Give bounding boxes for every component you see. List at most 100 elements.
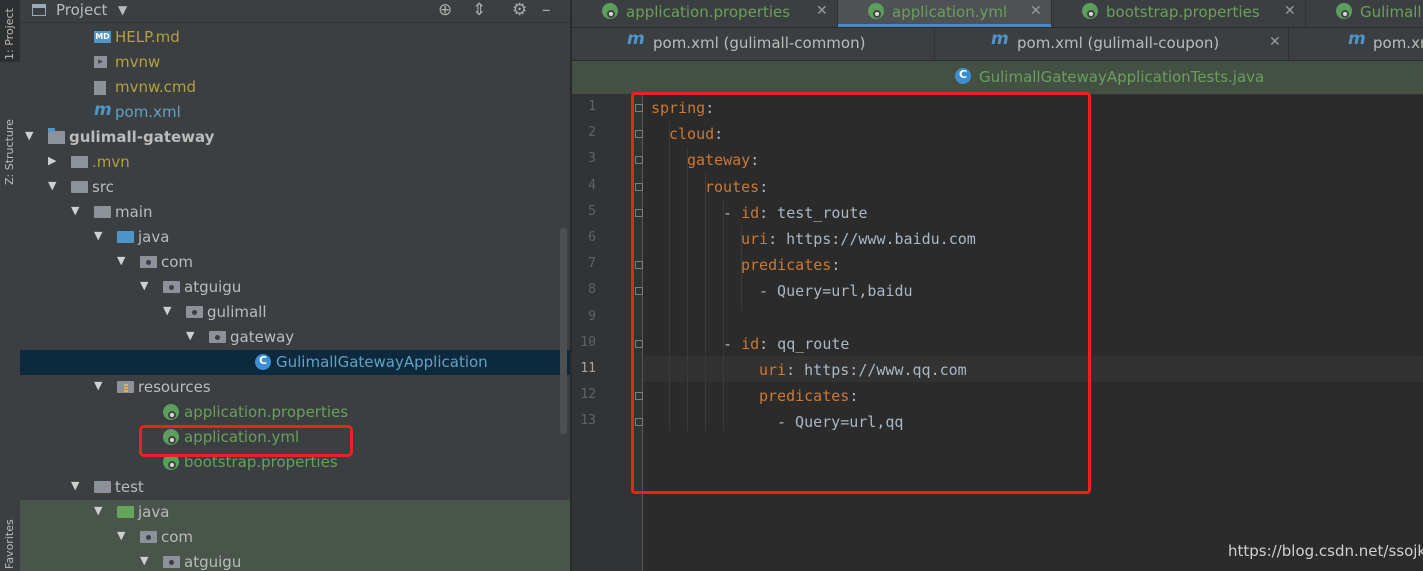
line-number: 5 (588, 203, 596, 219)
java-class-icon (955, 68, 971, 84)
chevron-down-icon[interactable]: ▼ (117, 254, 125, 267)
tree-item[interactable]: m pom.xml (20, 100, 570, 125)
close-icon[interactable]: ✕ (1269, 34, 1281, 50)
tree-item-label: test (115, 478, 144, 496)
tree-item[interactable]: ▼ atguigu (20, 275, 570, 300)
locate-icon[interactable]: ⊕ (438, 0, 452, 20)
resources-folder-icon (117, 381, 134, 393)
package-icon (140, 531, 157, 543)
chevron-down-icon[interactable]: ▼ (140, 554, 148, 567)
folder-icon (71, 181, 88, 193)
tree-item[interactable]: ▼ src (20, 175, 570, 200)
watermark: https://blog.csdn.net/ssojkl (1228, 542, 1423, 560)
gear-icon[interactable]: ⚙ (512, 0, 527, 20)
annotation-highlight-box (139, 425, 353, 457)
tab-label: GulimallGatewayApplicationTests.java (979, 68, 1265, 86)
tab-gulimall[interactable]: Gulimall (1306, 0, 1423, 27)
chevron-down-icon[interactable]: ▼ (186, 329, 194, 342)
chevron-down-icon[interactable]: ▼ (48, 179, 56, 192)
project-panel-header: Project ▼ ⊕ ⇕ ⚙ – (20, 0, 570, 23)
favorites-tool-tab[interactable]: Favorites (0, 505, 20, 571)
tree-item[interactable]: ▼ test (20, 475, 570, 500)
tree-item-label: mvnw (115, 53, 161, 71)
project-tool-tab[interactable]: 1: Project (0, 0, 20, 62)
chevron-down-icon[interactable]: ▼ (25, 129, 33, 142)
package-icon (163, 556, 180, 568)
tab-label: pom.xml (gulimall-coupon) (1017, 34, 1220, 52)
tree-item[interactable]: MD HELP.md (20, 25, 570, 50)
chevron-down-icon[interactable]: ▼ (94, 379, 102, 392)
structure-tool-tab[interactable]: Z: Structure (0, 100, 20, 200)
line-number: 10 (580, 334, 596, 350)
tab-label: Gulimall (1360, 3, 1422, 21)
terminal-file-icon: ▸ (94, 56, 107, 68)
chevron-right-icon[interactable]: ▶ (48, 154, 56, 167)
tab-label: application.properties (626, 3, 791, 21)
tree-item[interactable]: ▼ com (20, 525, 570, 550)
line-number: 3 (588, 151, 596, 167)
spring-config-icon (1336, 3, 1352, 19)
chevron-down-icon[interactable]: ▼ (71, 204, 79, 217)
annotation-highlight-box (631, 92, 1091, 494)
tab-application-yml[interactable]: application.yml ✕ (838, 0, 1052, 27)
tree-item-label: gulimall-gateway (69, 128, 215, 146)
tree-item[interactable]: ▼ gulimall (20, 300, 570, 325)
tree-item[interactable]: ▶ .mvn (20, 150, 570, 175)
tree-item-label: mvnw.cmd (115, 78, 197, 96)
tree-item[interactable]: ▼ atguigu (20, 550, 570, 571)
tree-item-label: src (92, 178, 114, 196)
close-icon[interactable]: ✕ (1030, 3, 1042, 19)
chevron-down-icon[interactable]: ▼ (163, 304, 171, 317)
tree-item-label: com (161, 528, 194, 546)
spring-config-icon (602, 3, 618, 19)
tab-bootstrap-properties[interactable]: bootstrap.properties ✕ (1052, 0, 1306, 27)
tree-item[interactable]: ▸ mvnw (20, 50, 570, 75)
tree-item[interactable]: ▼ gulimall-gateway (20, 125, 570, 150)
tree-item[interactable]: ▼ java (20, 500, 570, 525)
tree-item[interactable]: ▼ gateway (20, 325, 570, 350)
test-source-folder-icon (117, 506, 134, 518)
tab-pom-partial[interactable]: m pom.xn (1289, 28, 1423, 60)
spring-config-icon (868, 3, 884, 19)
line-number: 11 (580, 361, 596, 376)
tab-application-properties[interactable]: application.properties ✕ (572, 0, 838, 27)
folder-icon (71, 156, 88, 168)
collapse-all-icon[interactable]: ⇕ (472, 0, 486, 20)
favorites-tool-tab-label: Favorites (3, 519, 16, 569)
tree-item[interactable]: mvnw.cmd (20, 75, 570, 100)
chevron-down-icon[interactable]: ▼ (94, 504, 102, 517)
chevron-down-icon[interactable]: ▼ (71, 479, 79, 492)
tab-label: application.yml (892, 3, 1008, 21)
chevron-down-icon[interactable]: ▼ (140, 279, 148, 292)
tree-item-label: GulimallGatewayApplication (276, 353, 488, 371)
structure-tool-tab-label: Z: Structure (3, 119, 16, 185)
source-folder-icon (117, 231, 134, 243)
close-icon[interactable]: ✕ (1284, 3, 1296, 19)
project-scrollbar[interactable] (560, 228, 567, 434)
tree-item[interactable]: GulimallGatewayApplication (20, 350, 570, 375)
chevron-down-icon[interactable]: ▼ (117, 529, 125, 542)
tree-item-label: resources (138, 378, 211, 396)
editor-tabs-row-1: application.properties ✕ application.yml… (572, 0, 1423, 27)
tree-item[interactable]: ▼ resources (20, 375, 570, 400)
project-panel-title[interactable]: Project (56, 1, 107, 19)
maven-icon: m (991, 29, 1009, 49)
hide-panel-icon[interactable]: – (542, 0, 551, 20)
chevron-down-icon[interactable]: ▼ (118, 3, 127, 17)
maven-icon: m (94, 100, 112, 120)
tree-item-label: java (138, 228, 170, 246)
chevron-down-icon[interactable]: ▼ (94, 229, 102, 242)
close-icon[interactable]: ✕ (816, 3, 828, 19)
markdown-file-icon: MD (94, 31, 111, 43)
folder-icon (94, 481, 111, 493)
tab-pom-common[interactable]: m pom.xml (gulimall-common) (572, 28, 935, 60)
tree-item[interactable]: application.properties (20, 400, 570, 425)
tree-item[interactable]: ▼ java (20, 225, 570, 250)
tab-gateway-tests[interactable]: GulimallGatewayApplicationTests.java (942, 61, 1265, 94)
tree-item[interactable]: ▼ com (20, 250, 570, 275)
line-number: 4 (588, 177, 596, 193)
line-number: 1 (588, 99, 596, 114)
tree-item[interactable]: ▼ main (20, 200, 570, 225)
spring-config-icon (163, 404, 179, 420)
tab-pom-coupon[interactable]: m pom.xml (gulimall-coupon) ✕ (935, 28, 1289, 60)
